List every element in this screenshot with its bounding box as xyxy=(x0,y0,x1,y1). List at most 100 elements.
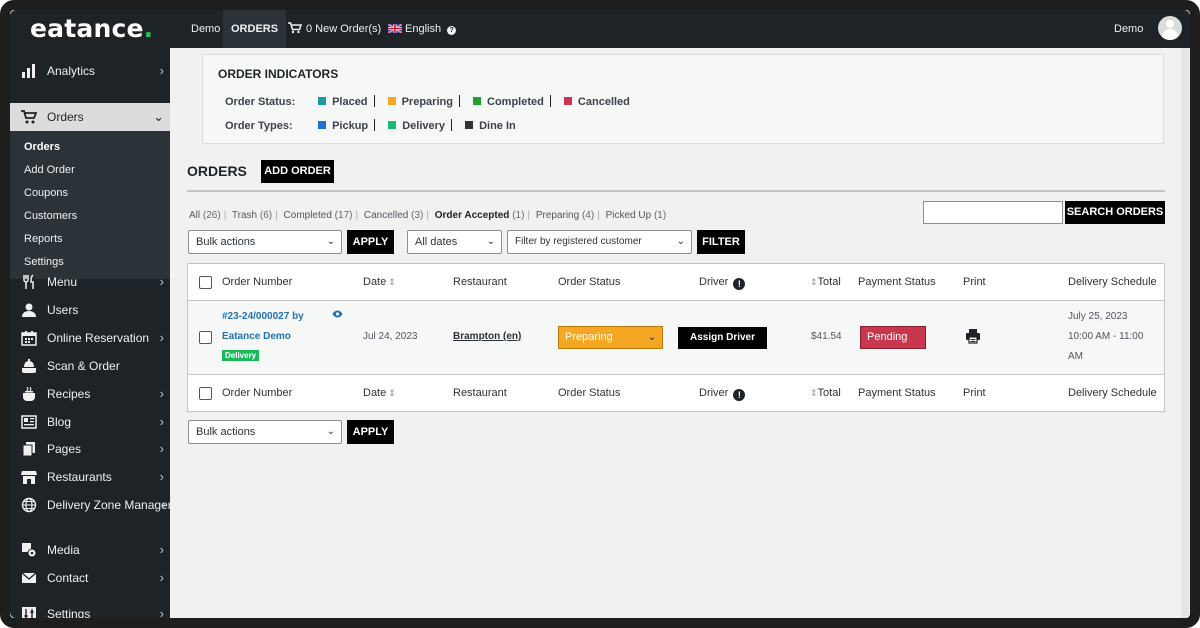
language-label: English xyxy=(405,23,442,35)
chevron-right-icon: › xyxy=(159,274,164,289)
bulk-actions-select-bottom[interactable]: Bulk actions ⌄ xyxy=(188,420,342,444)
chevron-down-icon: ⌄ xyxy=(153,109,164,124)
site-name-link[interactable]: Demo xyxy=(191,10,220,48)
col-payment-status: Payment Status xyxy=(858,276,936,288)
col-total[interactable]: ⇕Total xyxy=(808,375,841,412)
col-order-number[interactable]: Order Number xyxy=(222,264,292,301)
sidebar-item-recipes[interactable]: Recipes › xyxy=(10,380,170,408)
filter-order-accepted[interactable]: Order Accepted (1) xyxy=(435,210,525,221)
user-name[interactable]: Demo xyxy=(1114,10,1143,48)
help-icon[interactable]: ? xyxy=(447,26,457,35)
sidebar-item-scan-order[interactable]: Scan & Order xyxy=(10,352,170,380)
user-avatar[interactable] xyxy=(1158,16,1182,40)
sidebar-item-label: Restaurants xyxy=(47,470,112,484)
filter-preparing[interactable]: Preparing (4) xyxy=(536,210,594,221)
date-filter-select[interactable]: All dates ⌄ xyxy=(407,230,502,254)
sidebar-item-contact[interactable]: Contact › xyxy=(10,564,170,592)
sidebar-item-restaurants[interactable]: Restaurants › xyxy=(10,463,170,491)
filter-all[interactable]: All (26) xyxy=(189,210,221,221)
logo[interactable]: eatance. xyxy=(30,14,153,43)
sidebar-item-settings[interactable]: Settings › xyxy=(10,600,170,618)
order-indicators-panel: ORDER INDICATORS Order Status: Placed Pr… xyxy=(202,54,1164,144)
language-switcher[interactable]: English ? xyxy=(387,10,457,48)
sidebar-item-analytics[interactable]: Analytics › xyxy=(10,57,170,85)
sidebar-item-users[interactable]: Users xyxy=(10,296,170,324)
apply-button-top[interactable]: APPLY xyxy=(347,230,394,254)
submenu-orders[interactable]: Orders xyxy=(24,141,60,153)
pot-icon xyxy=(23,386,35,401)
select-all-checkbox-bottom[interactable] xyxy=(199,387,212,400)
sidebar-item-label: Online Reservation xyxy=(47,331,150,345)
orders-topbar-link[interactable]: ORDERS xyxy=(223,10,287,48)
filter-completed[interactable]: Completed (17) xyxy=(284,210,353,221)
row-checkbox[interactable] xyxy=(199,331,212,344)
filter-cancelled[interactable]: Cancelled (3) xyxy=(364,210,424,221)
select-all-checkbox[interactable] xyxy=(199,276,212,289)
date-filter-value: All dates xyxy=(415,236,458,248)
restaurant-link[interactable]: Brampton (en) xyxy=(453,331,521,342)
page-title: ORDERS xyxy=(187,163,247,179)
chevron-down-icon: ⌄ xyxy=(326,426,335,437)
chevron-right-icon: › xyxy=(159,606,164,618)
order-date: Jul 24, 2023 xyxy=(363,331,418,342)
scan-icon xyxy=(22,359,36,373)
customer-filter-select[interactable]: Filter by registered customer ⌄ xyxy=(507,230,692,254)
payment-status-select[interactable]: Pending xyxy=(860,326,926,349)
search-orders-input[interactable] xyxy=(923,201,1063,224)
schedule-time-suffix: AM xyxy=(1068,351,1083,362)
order-total: $41.54 xyxy=(811,331,842,342)
sidebar-item-label: Blog xyxy=(47,415,72,429)
submenu-settings[interactable]: Settings xyxy=(24,256,64,268)
chevron-right-icon: › xyxy=(159,386,164,401)
apply-button-bottom[interactable]: APPLY xyxy=(347,420,394,444)
add-order-button[interactable]: ADD ORDER xyxy=(261,160,334,183)
table-row: #23-24/000027 by Eatance Demo Delivery J… xyxy=(188,301,1164,374)
sidebar-item-media[interactable]: Media › xyxy=(10,536,170,564)
submenu-reports[interactable]: Reports xyxy=(24,233,63,245)
assign-driver-button[interactable]: Assign Driver xyxy=(678,327,767,349)
sidebar-item-blog[interactable]: Blog › xyxy=(10,408,170,436)
submenu-add-order[interactable]: Add Order xyxy=(24,164,75,176)
filter-button[interactable]: FILTER xyxy=(697,230,745,254)
filter-picked-up[interactable]: Picked Up (1) xyxy=(606,210,667,221)
col-date[interactable]: Date ⇕ xyxy=(363,264,396,301)
customer-link[interactable]: Eatance Demo xyxy=(222,331,291,342)
info-icon: ! xyxy=(733,278,746,290)
col-order-number[interactable]: Order Number xyxy=(222,375,292,412)
col-print: Print xyxy=(963,276,986,288)
sidebar-item-label: Users xyxy=(47,303,79,317)
bulk-actions-select[interactable]: Bulk actions ⌄ xyxy=(188,230,342,254)
status-cancelled: Cancelled xyxy=(577,96,630,108)
eye-icon[interactable] xyxy=(332,310,343,321)
chevron-right-icon: › xyxy=(159,441,164,456)
sidebar-item-label: Media xyxy=(47,543,80,557)
order-status-label: Order Status: xyxy=(225,96,296,108)
sort-icon: ⇕ xyxy=(388,388,396,398)
col-total[interactable]: ⇕Total xyxy=(808,264,841,301)
submenu-customers[interactable]: Customers xyxy=(24,210,77,222)
completed-swatch xyxy=(473,97,482,105)
new-orders-link[interactable]: 0 New Order(s) xyxy=(288,10,381,48)
sidebar-item-pages[interactable]: Pages › xyxy=(10,435,170,463)
preparing-swatch xyxy=(387,97,396,105)
sidebar-item-delivery-zone-manager[interactable]: Delivery Zone Manager › xyxy=(10,491,172,519)
col-delivery-schedule: Delivery Schedule xyxy=(1068,387,1157,399)
col-delivery-schedule: Delivery Schedule xyxy=(1068,276,1157,288)
sidebar-item-label: Menu xyxy=(47,275,78,289)
order-types-legend: Order Types: Pickup Delivery Dine In xyxy=(225,119,516,132)
filter-trash[interactable]: Trash (6) xyxy=(232,210,272,221)
app-window: eatance. Demo ORDERS 0 New Order(s) Engl… xyxy=(10,10,1190,618)
order-number-link[interactable]: #23-24/000027 by xyxy=(222,311,304,322)
table-header: Order Number Date ⇕ Restaurant Order Stat… xyxy=(188,264,1164,301)
search-orders-button[interactable]: SEARCH ORDERS xyxy=(1065,201,1165,224)
submenu-coupons[interactable]: Coupons xyxy=(24,187,68,199)
col-date[interactable]: Date ⇕ xyxy=(363,375,396,412)
order-status-select[interactable]: Preparing ⌄ xyxy=(558,326,663,349)
sidebar-item-orders[interactable]: Orders ⌄ xyxy=(10,103,170,131)
sidebar-item-online-reservation[interactable]: Online Reservation › xyxy=(10,324,170,352)
print-icon[interactable] xyxy=(965,328,981,347)
store-icon xyxy=(21,471,37,484)
scrollbar-track[interactable] xyxy=(1181,48,1189,618)
sidebar-item-menu[interactable]: Menu › xyxy=(10,268,170,296)
col-order-status: Order Status xyxy=(558,387,621,399)
